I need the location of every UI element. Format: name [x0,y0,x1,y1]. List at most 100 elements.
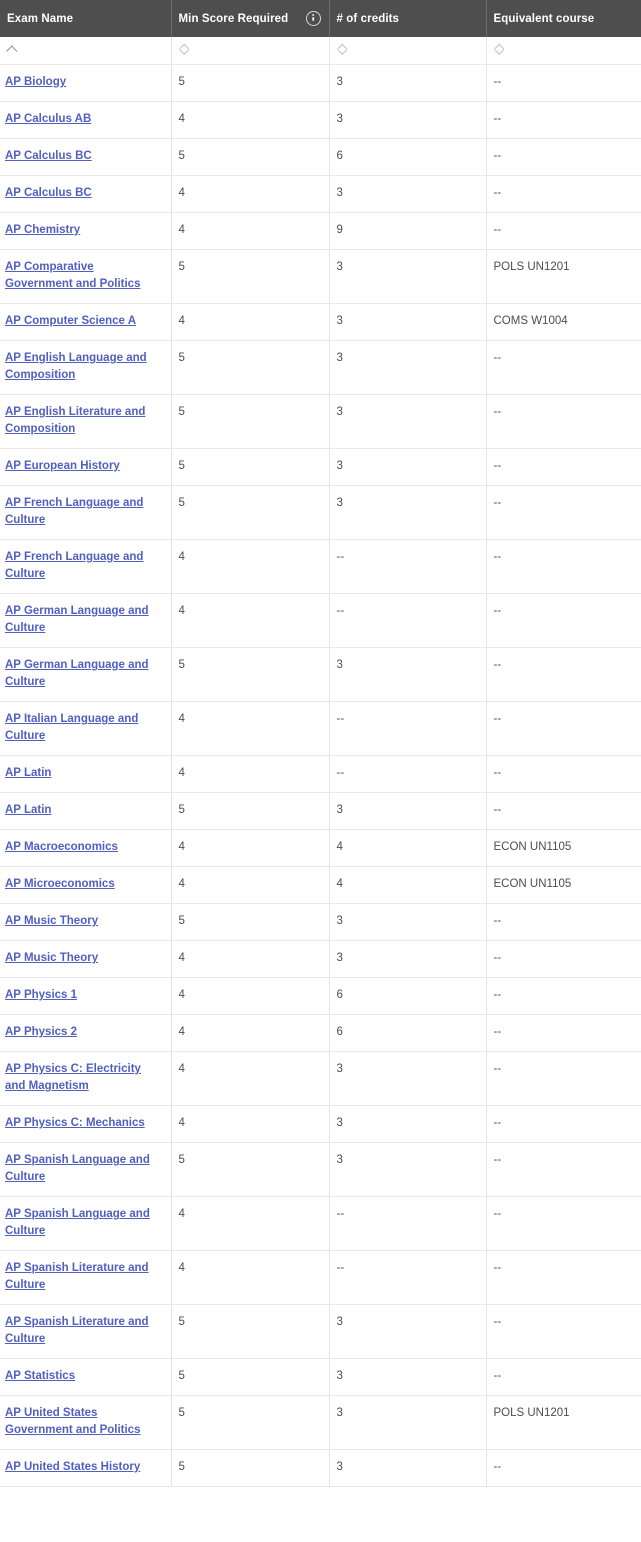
cell-number-of-credits: -- [329,539,487,594]
exam-name-link[interactable]: AP Latin [5,804,51,816]
exam-name-link[interactable]: AP Statistics [5,1370,75,1382]
table-row: AP English Literature and Composition 5 3-… [0,394,641,449]
exam-name-link[interactable]: AP Comparative Government and Politics [5,261,140,290]
sort-cell-equivalent-course[interactable] [486,37,641,65]
table-row: AP Calculus BC 5 6 -- [0,138,641,176]
cell-min-score-required: 4 [171,1105,330,1143]
cell-equivalent-course: -- [486,175,641,213]
table-row: AP Comparative Government and Politics 5 3… [0,249,641,304]
cell-number-of-credits: 3 [329,1142,487,1197]
cell-equivalent-course: -- [486,539,641,594]
exam-name-link[interactable]: AP German Language and Culture [5,659,149,688]
sort-none-icon[interactable] [337,41,350,55]
cell-number-of-credits: 3 [329,903,487,941]
cell-min-score-required: 5 [171,903,330,941]
exam-name-link[interactable]: AP Microeconomics [5,878,115,890]
cell-exam-name: AP United States History [0,1449,172,1487]
cell-min-score-required: 4 [171,539,330,594]
exam-name-link[interactable]: AP Italian Language and Culture [5,713,138,742]
cell-min-score-required: 5 [171,448,330,486]
exam-name-link[interactable]: AP Physics C: Electricity and Magnetism [5,1063,141,1092]
cell-equivalent-course: POLS UN1201 [486,1395,641,1450]
exam-name-link[interactable]: AP Calculus AB [5,113,91,125]
table-body: AP Biology 5 3 -- AP Calculus AB 4 3 -- AP Calcu… [0,64,641,1487]
exam-name-link[interactable]: AP United States Government and Politics [5,1407,140,1436]
cell-number-of-credits: 3 [329,1304,487,1359]
cell-exam-name: AP English Language and Composition [0,340,172,395]
exam-name-link[interactable]: AP Biology [5,76,66,88]
exam-name-link[interactable]: AP Physics 2 [5,1026,77,1038]
cell-equivalent-course: -- [486,485,641,540]
exam-name-link[interactable]: AP Macroeconomics [5,841,118,853]
cell-min-score-required: 4 [171,175,330,213]
cell-equivalent-course: -- [486,593,641,648]
cell-equivalent-course: POLS UN1201 [486,249,641,304]
cell-min-score-required: 5 [171,647,330,702]
table-row: AP Physics 2 4 6 -- [0,1014,641,1052]
cell-equivalent-course: -- [486,64,641,102]
exam-name-link[interactable]: AP German Language and Culture [5,605,149,634]
table-row: AP Latin 5 3 -- [0,792,641,830]
column-header-min-score-required[interactable]: Min Score Required [171,0,330,37]
sort-ascending-icon[interactable] [7,42,20,55]
table-row: AP Latin 4 -- -- [0,755,641,793]
info-circle-icon[interactable] [305,11,321,26]
cell-exam-name: AP French Language and Culture [0,539,172,594]
sort-cell-number-of-credits[interactable] [329,37,487,65]
cell-number-of-credits: 6 [329,977,487,1015]
exam-name-link[interactable]: AP Music Theory [5,915,98,927]
exam-name-link[interactable]: AP Physics 1 [5,989,77,1001]
column-header-min-score-required-label: Min Score Required [178,12,289,25]
table-row: AP Statistics 5 3 -- [0,1358,641,1396]
cell-equivalent-course: -- [486,903,641,941]
table-row: AP Spanish Literature and Culture 4 -- -- [0,1250,641,1305]
column-header-exam-name[interactable]: Exam Name [0,0,172,37]
exam-name-link[interactable]: AP Spanish Literature and Culture [5,1262,149,1291]
exam-name-link[interactable]: AP English Language and Composition [5,352,147,381]
exam-name-link[interactable]: AP Latin [5,767,51,779]
exam-name-link[interactable]: AP Chemistry [5,224,80,236]
cell-equivalent-course: -- [486,101,641,139]
exam-name-link[interactable]: AP Spanish Language and Culture [5,1154,150,1183]
column-header-number-of-credits-label: # of credits [336,12,400,25]
column-header-number-of-credits[interactable]: # of credits [329,0,487,37]
cell-min-score-required: 4 [171,101,330,139]
exam-name-link[interactable]: AP Calculus BC [5,150,92,162]
cell-number-of-credits: 3 [329,647,487,702]
cell-number-of-credits: -- [329,1196,487,1251]
cell-min-score-required: 4 [171,701,330,756]
cell-min-score-required: 5 [171,1449,330,1487]
exam-name-link[interactable]: AP Physics C: Mechanics [5,1117,145,1129]
sort-none-icon[interactable] [179,41,192,55]
exam-name-link[interactable]: AP Calculus BC [5,187,92,199]
exam-name-link[interactable]: AP Computer Science A [5,315,136,327]
cell-equivalent-course: -- [486,647,641,702]
exam-name-link[interactable]: AP European History [5,460,120,472]
cell-exam-name: AP Calculus BC [0,175,172,213]
ap-credit-table-container: Exam Name Min Score Required # of credit… [0,0,641,1487]
cell-equivalent-course: -- [486,394,641,449]
column-header-equivalent-course[interactable]: Equivalent course [486,0,641,37]
exam-name-link[interactable]: AP United States History [5,1461,140,1473]
cell-exam-name: AP Italian Language and Culture [0,701,172,756]
exam-name-link[interactable]: AP French Language and Culture [5,551,143,580]
table-row: AP Calculus AB 4 3 -- [0,101,641,139]
cell-equivalent-course: -- [486,701,641,756]
cell-equivalent-course: -- [486,940,641,978]
exam-name-link[interactable]: AP Spanish Literature and Culture [5,1316,149,1345]
sort-cell-min-score-required[interactable] [171,37,330,65]
cell-number-of-credits: 3 [329,448,487,486]
cell-number-of-credits: -- [329,593,487,648]
sort-cell-exam-name[interactable] [0,37,172,65]
exam-name-link[interactable]: AP English Literature and Composition [5,406,145,435]
table-row: AP Physics C: Electricity and Magnetism 4… [0,1051,641,1106]
exam-name-link[interactable]: AP French Language and Culture [5,497,143,526]
cell-exam-name: AP Physics 2 [0,1014,172,1052]
cell-min-score-required: 4 [171,212,330,250]
sort-none-icon[interactable] [494,41,507,55]
exam-name-link[interactable]: AP Spanish Language and Culture [5,1208,150,1237]
table-row: AP Spanish Language and Culture 4 -- -- [0,1196,641,1251]
exam-name-link[interactable]: AP Music Theory [5,952,98,964]
cell-exam-name: AP Latin [0,755,172,793]
cell-equivalent-course: ECON UN1105 [486,829,641,867]
